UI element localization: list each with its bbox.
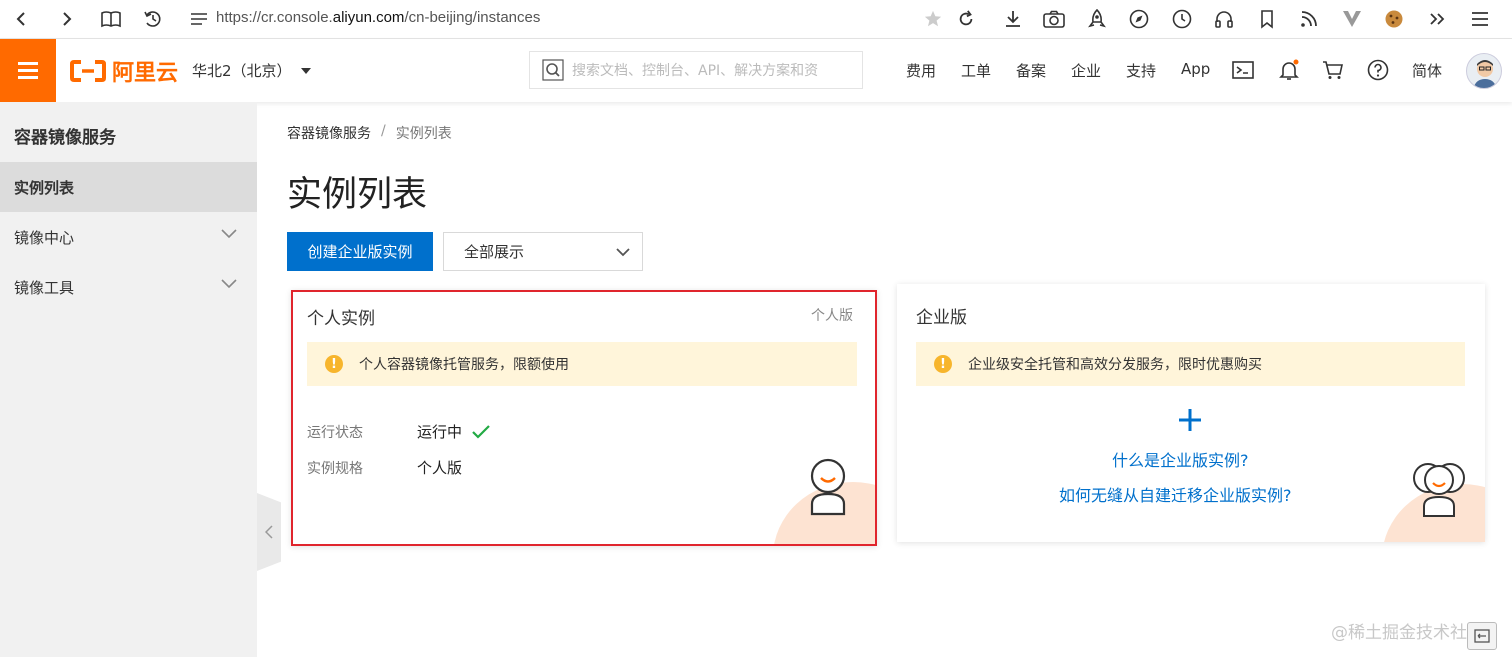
notice-text: 企业级安全托管和高效分发服务，限时优惠购买 [968, 357, 1262, 373]
browser-menu-icon[interactable] [1467, 6, 1493, 32]
user-avatar[interactable] [1466, 53, 1502, 89]
breadcrumb-separator: / [381, 123, 386, 139]
aliyun-logo[interactable]: 阿里云 [70, 56, 178, 86]
enterprise-notice: ! 企业级安全托管和高效分发服务，限时优惠购买 [916, 342, 1465, 386]
star-icon[interactable] [920, 6, 946, 32]
download-icon[interactable] [1000, 6, 1026, 32]
bell-icon[interactable] [1277, 58, 1301, 82]
extension-v-icon[interactable] [1339, 6, 1365, 32]
what-is-enterprise-link[interactable]: 什么是企业版实例? [1112, 447, 1249, 471]
nav-icp[interactable]: 备案 [1016, 60, 1046, 81]
breadcrumb: 容器镜像服务 / 实例列表 [287, 123, 452, 143]
card-title: 企业版 [916, 308, 967, 328]
warning-icon: ! [325, 355, 343, 373]
headphones-icon[interactable] [1211, 6, 1237, 32]
aliyun-logo-mark-icon [70, 60, 106, 82]
nav-billing[interactable]: 费用 [906, 60, 936, 81]
rss-icon[interactable] [1296, 6, 1322, 32]
migration-guide-link[interactable]: 如何无缝从自建迁移企业版实例? [1059, 482, 1292, 506]
spec-value: 个人版 [417, 459, 463, 477]
logo-text: 阿里云 [112, 61, 179, 86]
terminal-icon[interactable] [1231, 58, 1255, 82]
nav-tickets[interactable]: 工单 [961, 60, 991, 81]
sidebar-title: 容器镜像服务 [14, 128, 116, 148]
personal-notice: ! 个人容器镜像托管服务，限额使用 [307, 342, 857, 386]
page-menu-icon[interactable] [186, 6, 212, 32]
forward-icon[interactable] [54, 6, 80, 32]
person-illustration-icon [810, 458, 846, 516]
display-filter-select[interactable]: 全部展示 [443, 232, 643, 271]
breadcrumb-root[interactable]: 容器镜像服务 [287, 123, 371, 143]
compass-icon[interactable] [1126, 6, 1152, 32]
collapse-panel-icon [1474, 629, 1490, 643]
region-label: 华北2（北京） [192, 62, 292, 80]
reload-icon[interactable] [953, 6, 979, 32]
chevron-down-icon [221, 229, 237, 239]
warning-icon: ! [934, 355, 952, 373]
cookie-icon[interactable] [1381, 6, 1407, 32]
back-icon[interactable] [8, 6, 34, 32]
sidebar-item-label: 镜像中心 [14, 228, 75, 247]
caret-down-icon [300, 67, 311, 74]
back-to-top-button[interactable] [1467, 622, 1497, 650]
select-value: 全部展示 [464, 243, 525, 261]
language-switch[interactable]: 简体 [1412, 60, 1442, 81]
spec-label: 实例规格 [307, 461, 363, 477]
chevron-left-icon [265, 525, 273, 539]
chevron-down-icon [616, 248, 630, 257]
enterprise-edition-card[interactable]: 企业版 ! 企业级安全托管和高效分发服务，限时优惠购买 什么是企业版实例? 如何… [897, 284, 1485, 542]
sidebar-item-label: 镜像工具 [14, 278, 75, 297]
chevron-down-icon [221, 279, 237, 289]
notice-text: 个人容器镜像托管服务，限额使用 [359, 357, 569, 373]
clock-icon[interactable] [1169, 6, 1195, 32]
nav-app[interactable]: App [1181, 60, 1210, 78]
nav-enterprise[interactable]: 企业 [1071, 60, 1101, 81]
edition-tag: 个人版 [811, 308, 853, 324]
status-label: 运行状态 [307, 425, 363, 441]
rocket-icon[interactable] [1084, 6, 1110, 32]
breadcrumb-current: 实例列表 [395, 126, 452, 142]
history-icon[interactable] [140, 6, 166, 32]
search-placeholder: 搜索文档、控制台、API、解决方案和资 [572, 63, 819, 79]
nav-support[interactable]: 支持 [1126, 60, 1156, 81]
sidebar-item-image-tools[interactable]: 镜像工具 [0, 262, 257, 312]
console-header: 阿里云 华北2（北京） 搜索文档、控制台、API、解决方案和资 费用 工单 备案… [0, 39, 1512, 102]
cart-icon[interactable] [1321, 58, 1345, 82]
more-chevrons-icon[interactable] [1425, 6, 1451, 32]
screenshot-icon[interactable] [1041, 6, 1067, 32]
browser-toolbar: https://cr.console.aliyun.com/cn-beijing… [0, 0, 1512, 39]
personal-instance-card[interactable]: 个人实例 个人版 ! 个人容器镜像托管服务，限额使用 运行状态 运行中 实例规格… [291, 290, 877, 546]
search-icon [542, 59, 564, 81]
bookmark-icon[interactable] [1254, 6, 1280, 32]
plus-icon[interactable] [1178, 408, 1202, 432]
reader-mode-icon[interactable] [98, 6, 124, 32]
sidebar-item-instance-list[interactable]: 实例列表 [0, 162, 257, 212]
card-title: 个人实例 [307, 309, 375, 329]
check-icon [472, 424, 490, 439]
avatar-face-icon [1473, 60, 1497, 88]
page-title: 实例列表 [287, 175, 428, 215]
address-bar[interactable]: https://cr.console.aliyun.com/cn-beijing… [216, 9, 540, 26]
sidebar: 容器镜像服务 实例列表 镜像中心 镜像工具 [0, 102, 257, 657]
hamburger-menu-icon[interactable] [0, 39, 56, 102]
status-text: 运行中 [417, 423, 463, 441]
search-input[interactable]: 搜索文档、控制台、API、解决方案和资 [529, 51, 863, 89]
team-illustration-icon [1413, 463, 1465, 517]
sidebar-item-label: 实例列表 [14, 178, 75, 197]
watermark: @稀土掘金技术社区 [1331, 623, 1484, 643]
sidebar-collapse-toggle[interactable] [257, 493, 281, 571]
region-selector[interactable]: 华北2（北京） [192, 60, 312, 81]
sidebar-item-image-center[interactable]: 镜像中心 [0, 212, 257, 262]
create-enterprise-instance-button[interactable]: 创建企业版实例 [287, 232, 433, 271]
help-icon[interactable] [1366, 58, 1390, 82]
status-value: 运行中 [417, 421, 490, 442]
